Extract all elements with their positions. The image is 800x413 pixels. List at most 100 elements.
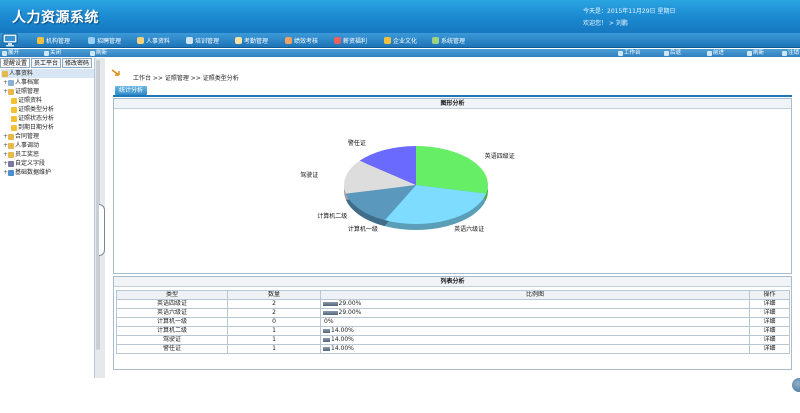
tree-item-label: 证照资料	[18, 97, 43, 104]
ratio-text: 14.00%	[331, 345, 354, 353]
sub-right-label: 注销	[788, 50, 800, 56]
folder-icon	[8, 142, 14, 149]
tree-item[interactable]: 证照类型分析	[1, 105, 94, 114]
tab-employee-platform[interactable]: 员工平台	[31, 58, 62, 68]
pie-label-0: 英语四级证	[484, 153, 515, 161]
table-row: 驾驶证 1 14.00% 详细	[116, 335, 790, 345]
tree-item[interactable]: + 合同管理	[1, 132, 94, 141]
nav-item-1[interactable]: 招聘管理	[88, 36, 121, 45]
nav-item-7[interactable]: 企业文化	[384, 36, 417, 45]
detail-link[interactable]: 详细	[749, 299, 790, 309]
pie-label-4: 驾驶证	[300, 172, 319, 180]
ratio-text: 14.00%	[331, 336, 354, 344]
nav-item-label: 企业文化	[393, 38, 418, 45]
nav-item-2[interactable]: 人事资料	[137, 36, 170, 45]
tree-item-label: 证照管理	[15, 88, 40, 95]
nav-item-label: 考勤管理	[244, 38, 269, 45]
sub-right-1[interactable]: 后退	[664, 49, 681, 57]
system-icon	[432, 37, 439, 44]
tree-item[interactable]: 人事资料	[1, 69, 94, 78]
sidebar-tabs: 提醒设置 员工平台 修改密码	[0, 58, 94, 68]
tab-statistics[interactable]: 统计分析	[115, 86, 148, 95]
folder-icon	[8, 133, 14, 140]
org-icon	[37, 37, 44, 44]
nav-item-3[interactable]: 培训管理	[186, 36, 219, 45]
sub-left-2[interactable]: 刷新	[90, 49, 107, 57]
star-icon	[11, 97, 17, 104]
tree-item-label: 证照类型分析	[18, 106, 55, 113]
nav-item-label: 薪资福利	[343, 38, 368, 45]
nav-item-label: 绩效考核	[294, 38, 319, 45]
cell-ratio: 29.00%	[320, 299, 750, 309]
detail-link[interactable]: 详细	[749, 344, 790, 354]
ratio-bar	[323, 337, 330, 342]
db-icon	[8, 169, 14, 176]
graph-panel: 图形分析 英语四级证 英语六级证 计算机一级 计算机二级 驾驶证 警任证	[113, 98, 792, 274]
detail-link[interactable]: 详细	[749, 317, 790, 327]
list-title: 列表分析	[114, 277, 791, 287]
nav-item-label: 招聘管理	[97, 38, 122, 45]
help-orb[interactable]	[792, 378, 800, 392]
tab-reminder-settings[interactable]: 提醒设置	[0, 58, 31, 68]
cell-count: 0	[227, 317, 321, 327]
tree-item-label: 人事调动	[15, 142, 40, 149]
nav-item-label: 系统管理	[441, 38, 466, 45]
nav-item-5[interactable]: 绩效考核	[285, 36, 318, 45]
sub-left-1[interactable]: 关闭	[44, 49, 61, 57]
sub-toolbar: 展开 关闭 刷新 工作台 后退 前进 刷新 注销	[0, 49, 800, 57]
tree-item-label: 合同管理	[15, 133, 40, 140]
tree-item[interactable]: 证照状态分析	[1, 114, 94, 123]
sidebar-splitter-handle[interactable]	[99, 204, 105, 256]
tab-change-password[interactable]: 修改密码	[62, 58, 93, 68]
star-icon	[11, 115, 17, 122]
sub-left-label: 关闭	[50, 50, 62, 56]
tree-item[interactable]: + 人事调动	[1, 141, 94, 150]
welcome-text: 欢迎您！ > 刘鹏	[583, 20, 628, 27]
tree-item[interactable]: 到期日期分析	[1, 123, 94, 132]
sub-right-3[interactable]: 刷新	[747, 49, 764, 57]
detail-link[interactable]: 详细	[749, 308, 790, 318]
file-icon	[8, 79, 14, 86]
tree-item[interactable]: + 人事档案	[1, 78, 94, 87]
sub-right-label: 后退	[670, 50, 682, 56]
cell-type: 计算机二级	[116, 326, 228, 336]
tab-underline	[113, 95, 792, 97]
tree-item-label: 到期日期分析	[18, 124, 55, 131]
back-icon	[664, 50, 669, 56]
sub-left-0[interactable]: 展开	[2, 49, 19, 57]
ratio-text: 14.00%	[331, 327, 354, 335]
nav-item-6[interactable]: 薪资福利	[334, 36, 367, 45]
workbench-icon	[618, 50, 623, 56]
tree-item[interactable]: + 员工奖惩	[1, 150, 94, 159]
cell-type: 警任证	[116, 344, 228, 354]
salary-icon	[334, 37, 341, 44]
table-row: 计算机二级 1 14.00% 详细	[116, 326, 790, 336]
reload-icon	[747, 50, 752, 56]
sub-right-label: 工作台	[624, 50, 641, 56]
attendance-icon	[235, 37, 242, 44]
tree-item[interactable]: + 基础数据维护	[1, 168, 94, 177]
col-count-header: 数量	[227, 290, 321, 300]
nav-item-8[interactable]: 系统管理	[432, 36, 465, 45]
sub-right-0[interactable]: 工作台	[618, 49, 641, 57]
detail-link[interactable]: 详细	[749, 326, 790, 336]
nav-item-0[interactable]: 机构管理	[37, 36, 70, 45]
sub-right-4[interactable]: 注销	[782, 49, 799, 57]
tree-item[interactable]: + 证照管理	[1, 87, 94, 96]
tree-item-label: 人事资料	[9, 70, 34, 77]
ratio-text: 29.00%	[338, 309, 362, 317]
forward-icon	[707, 50, 712, 56]
cell-count: 2	[227, 308, 321, 318]
pie-chart	[344, 146, 489, 230]
detail-link[interactable]: 详细	[749, 335, 790, 345]
sub-right-2[interactable]: 前进	[707, 49, 724, 57]
nav-item-4[interactable]: 考勤管理	[235, 36, 268, 45]
performance-icon	[285, 37, 292, 44]
ratio-bar	[323, 346, 330, 351]
tree-item[interactable]: + 自定义字段	[1, 159, 94, 168]
app-header: 人力资源系统 今天是：2015年11月29日 星期日 欢迎您！ > 刘鹏	[0, 0, 800, 33]
sub-right-label: 前进	[713, 50, 725, 56]
tree-item[interactable]: 证照资料	[1, 96, 94, 105]
tree-item-label: 员工奖惩	[15, 151, 40, 158]
gear-icon	[8, 160, 14, 167]
